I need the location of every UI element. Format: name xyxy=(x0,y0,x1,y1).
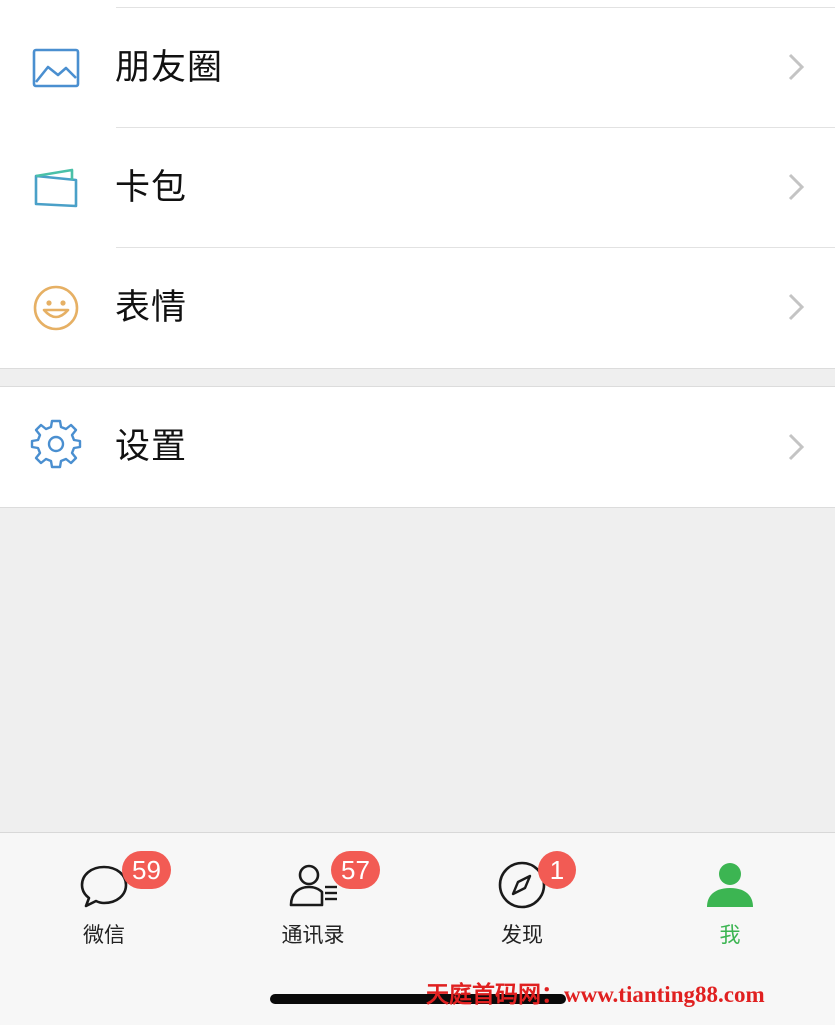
tab-contacts[interactable]: 57 通讯录 xyxy=(243,851,383,961)
menu-item-label: 卡包 xyxy=(115,168,188,208)
menu-group-2: 设置 xyxy=(0,386,835,508)
gear-icon xyxy=(28,415,84,471)
tab-label: 我 xyxy=(719,923,741,947)
unread-badge: 57 xyxy=(331,851,380,889)
chevron-right-icon xyxy=(787,172,805,202)
chevron-right-icon xyxy=(787,52,805,82)
tab-me[interactable]: 我 xyxy=(660,851,800,961)
tab-discover[interactable]: 1 发现 xyxy=(452,851,592,961)
tab-chats[interactable]: 59 微信 xyxy=(34,851,174,961)
menu-group-1: 朋友圈 卡包 表情 xyxy=(0,0,835,369)
menu-item-settings[interactable]: 设置 xyxy=(0,387,835,507)
tab-label: 发现 xyxy=(501,923,543,947)
person-icon xyxy=(704,859,756,911)
menu-item-moments[interactable]: 朋友圈 xyxy=(0,8,835,128)
menu-item-label: 朋友圈 xyxy=(115,48,224,88)
moments-image-icon xyxy=(28,40,84,96)
card-wallet-icon xyxy=(28,160,84,216)
smiley-face-icon xyxy=(28,280,84,336)
chevron-right-icon xyxy=(787,292,805,322)
tab-label: 微信 xyxy=(83,923,125,947)
unread-badge: 59 xyxy=(122,851,171,889)
menu-item-label: 表情 xyxy=(115,288,188,328)
menu-item-stickers[interactable]: 表情 xyxy=(0,248,835,368)
menu-item-label: 设置 xyxy=(115,427,188,467)
chevron-right-icon xyxy=(787,432,805,462)
unread-badge: 1 xyxy=(538,851,576,889)
watermark: 天庭首码网：www.tianting88.com xyxy=(426,982,765,1007)
tab-label: 通讯录 xyxy=(281,923,345,947)
menu-item-cards[interactable]: 卡包 xyxy=(0,128,835,248)
